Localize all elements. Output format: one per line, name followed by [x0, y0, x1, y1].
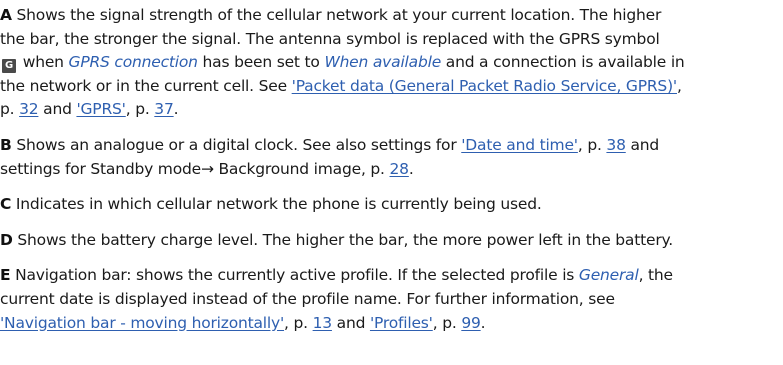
text: , p. [284, 313, 313, 332]
paragraph-e-line-2: current date is displayed instead of the… [0, 288, 783, 312]
label-c: C [0, 195, 12, 214]
text: Shows the signal strength of the cellula… [11, 6, 662, 24]
paragraph-c: C Indicates in which cellular network th… [0, 193, 783, 217]
text: p. [0, 100, 20, 119]
text: , [676, 76, 682, 95]
text: and [331, 313, 370, 332]
gprs-icon: G [2, 59, 16, 74]
link-page-28[interactable]: 28 [390, 160, 410, 178]
text: . [408, 159, 414, 178]
paragraph-a-line-2: the bar, the stronger the signal. The an… [0, 28, 783, 52]
link-page-99[interactable]: 99 [461, 314, 481, 332]
text: . [173, 100, 179, 119]
text: Navigation bar: shows the currently acti… [10, 266, 579, 285]
text: . [480, 313, 486, 332]
link-page-37[interactable]: 37 [154, 100, 174, 118]
text: and [625, 135, 660, 154]
text: and [38, 100, 77, 119]
text: Shows an analogue or a digital clock. Se… [11, 135, 462, 154]
label-b: B [0, 135, 12, 154]
paragraph-d-line-1: D Shows the battery charge level. The hi… [0, 229, 783, 253]
text: and a connection is available in [441, 53, 685, 72]
link-page-38[interactable]: 38 [606, 136, 626, 154]
text: , p. [432, 313, 462, 332]
text: Shows the battery charge level. The high… [12, 230, 673, 249]
link-gprs[interactable]: 'GPRS' [76, 100, 125, 118]
paragraph-c-line-1: C Indicates in which cellular network th… [0, 193, 783, 217]
paragraph-a: A Shows the signal strength of the cellu… [0, 4, 783, 122]
text: has been set to [197, 53, 325, 72]
paragraph-a-line-3: G when GPRS connection has been set to W… [0, 51, 783, 75]
paragraph-e-line-1: E Navigation bar: shows the currently ac… [0, 264, 783, 288]
text: Indicates in which cellular network the … [11, 195, 542, 214]
paragraph-b-line-1: B Shows an analogue or a digital clock. … [0, 134, 783, 158]
text: when [18, 53, 69, 72]
text: the bar, the stronger the signal. The an… [0, 29, 660, 48]
link-navigation-bar[interactable]: 'Navigation bar - moving horizontally' [0, 314, 284, 332]
link-page-13[interactable]: 13 [313, 314, 333, 332]
paragraph-a-line-5: p. 32 and 'GPRS', p. 37. [0, 98, 783, 122]
paragraph-a-line-4: the network or in the current cell. See … [0, 75, 783, 99]
text: , p. [577, 135, 607, 154]
text: , p. [125, 100, 155, 119]
text: , the [638, 266, 673, 285]
general-profile: General [578, 266, 639, 285]
gprs-connection-setting: GPRS connection [68, 53, 198, 72]
manual-page: A Shows the signal strength of the cellu… [0, 0, 783, 365]
text: the network or in the current cell. See [0, 76, 292, 95]
paragraph-b: B Shows an analogue or a digital clock. … [0, 134, 783, 181]
label-d: D [0, 230, 13, 249]
link-profiles[interactable]: 'Profiles' [370, 314, 433, 332]
paragraph-e: E Navigation bar: shows the currently ac… [0, 264, 783, 335]
link-page-32[interactable]: 32 [19, 100, 39, 118]
link-packet-data[interactable]: 'Packet data (General Packet Radio Servi… [292, 77, 678, 95]
text: settings for Standby mode→ Background im… [0, 159, 390, 178]
paragraph-e-line-3: 'Navigation bar - moving horizontally', … [0, 312, 783, 336]
text: current date is displayed instead of the… [0, 289, 615, 308]
link-date-and-time[interactable]: 'Date and time' [461, 136, 578, 154]
when-available-option: When available [324, 53, 442, 72]
paragraph-d: D Shows the battery charge level. The hi… [0, 229, 783, 253]
label-e: E [0, 266, 11, 285]
label-a: A [0, 6, 12, 24]
paragraph-a-line-1: A Shows the signal strength of the cellu… [0, 4, 783, 28]
paragraph-b-line-2: settings for Standby mode→ Background im… [0, 158, 783, 182]
